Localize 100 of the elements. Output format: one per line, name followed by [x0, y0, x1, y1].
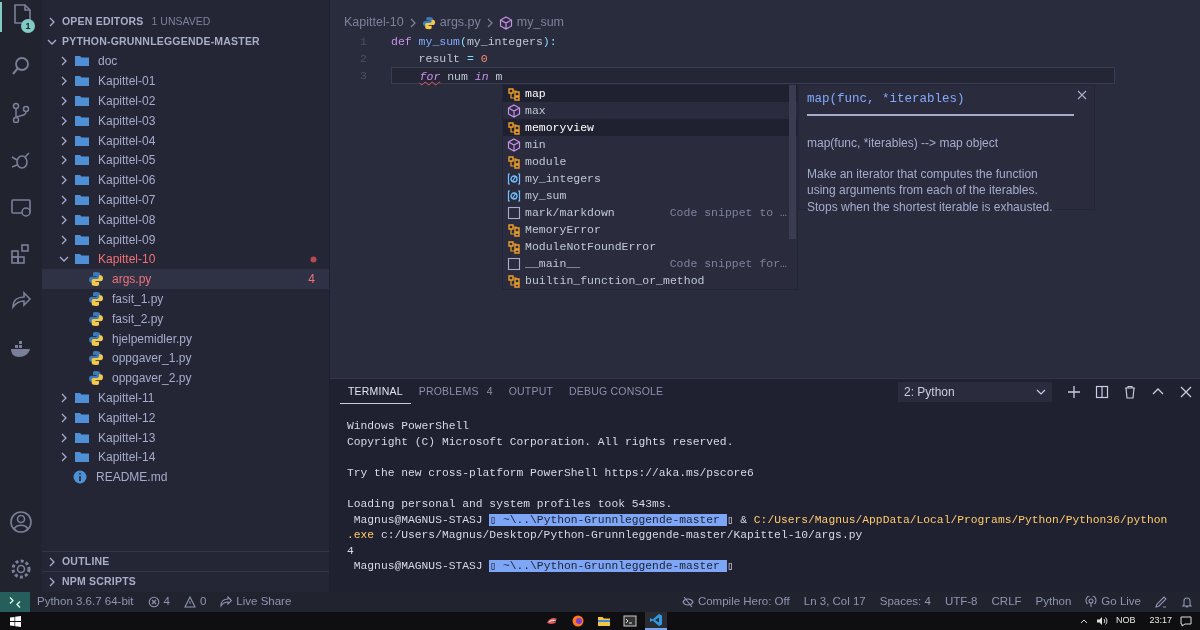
- suggestion-item[interactable]: max: [503, 102, 797, 119]
- item-label: Kapittel-07: [98, 192, 156, 210]
- folder-item[interactable]: Kapittel-14: [42, 447, 329, 468]
- status-item[interactable]: CRLF: [984, 592, 1029, 612]
- errors-indicator[interactable]: 4: [140, 592, 177, 612]
- item-label: oppgaver_1.py: [112, 350, 192, 368]
- item-label: Kapittel-10: [98, 251, 156, 269]
- folder-item[interactable]: Kapittel-09: [42, 229, 329, 250]
- breadcrumb-item[interactable]: my_sum: [498, 13, 564, 32]
- scrollbar-thumb[interactable]: [789, 85, 796, 239]
- input-language[interactable]: NOB: [1115, 614, 1136, 628]
- description-text: Make an iterator that computes the function using arguments from each of the iterables. Stops when the shortest iterable is exhausted.: [807, 165, 1054, 216]
- plus-icon: [1067, 385, 1081, 399]
- folder-item[interactable]: Kapittel-05: [42, 150, 329, 171]
- suggestion-detail: Code snippet to …: [669, 204, 788, 221]
- remote-button[interactable]: [0, 592, 30, 612]
- folder-item[interactable]: Kapittel-08: [42, 209, 329, 230]
- signature-text: map(func, *iterables): [807, 90, 1074, 116]
- suggestion-item[interactable]: min: [503, 136, 797, 153]
- taskbar-app[interactable]: [645, 612, 667, 630]
- file-item[interactable]: README.md: [42, 467, 329, 488]
- class-icon: [507, 154, 521, 169]
- file-item[interactable]: oppgaver_2.py: [42, 368, 329, 389]
- suggestion-item[interactable]: builtin_function_or_method: [503, 272, 797, 289]
- project-header[interactable]: PYTHON-GRUNNLEGGENDE-MASTER: [42, 31, 329, 52]
- class-icon: [507, 222, 521, 237]
- panel-tab[interactable]: TERMINAL: [340, 379, 411, 405]
- volume-icon[interactable]: [1095, 616, 1108, 626]
- split-icon: [1095, 385, 1109, 399]
- folder-item[interactable]: Kapittel-01: [42, 71, 329, 92]
- folder-item[interactable]: Kapittel-11: [42, 388, 329, 408]
- status-item[interactable]: Python 3.6.7 64-bit: [30, 592, 141, 612]
- panel-tab[interactable]: PROBLEMS 4: [410, 380, 501, 404]
- suggestion-item[interactable]: mark/markdown Code snippet to …: [503, 204, 797, 221]
- item-label: Kapittel-03: [98, 112, 156, 130]
- class-icon: [507, 86, 521, 101]
- notification-icon[interactable]: [1180, 615, 1192, 627]
- suggestion-item[interactable]: my_integers: [503, 170, 797, 187]
- terminal-line: Try the new cross-platform PowerShell https://aka.ms/pscore6: [347, 465, 755, 481]
- breadcrumb-item[interactable]: Kapittel-10: [344, 13, 404, 32]
- folder-item[interactable]: Kapittel-10: [42, 249, 329, 270]
- status-item[interactable]: Ln 3, Col 17: [796, 592, 873, 612]
- section-title: PYTHON-GRUNNLEGGENDE-MASTER: [62, 33, 260, 49]
- terminal-line: Windows PowerShell: [347, 419, 471, 434]
- status-item[interactable]: UTF-8: [937, 592, 985, 612]
- suggestion-item[interactable]: MemoryError: [503, 221, 797, 238]
- item-label: args.py: [112, 271, 152, 289]
- code-editor-icon: [649, 613, 663, 627]
- suggestion-item[interactable]: module: [503, 153, 797, 170]
- file-item[interactable]: fasit_1.py: [42, 289, 329, 309]
- panel-tab[interactable]: DEBUG CONSOLE: [561, 380, 672, 404]
- item-label: Kapittel-09: [98, 231, 156, 249]
- folder-item[interactable]: Kapittel-02: [42, 91, 329, 111]
- status-item[interactable]: Python: [1028, 592, 1079, 612]
- status-item[interactable]: Spaces: 4: [872, 592, 938, 612]
- square-icon: [507, 256, 521, 271]
- panel-tab[interactable]: OUTPUT: [500, 380, 562, 404]
- terminal-dropdown[interactable]: 2: Python: [898, 382, 1052, 402]
- folder-item[interactable]: Kapittel-04: [42, 130, 329, 151]
- chevron-down-icon: [1036, 389, 1046, 395]
- go-live-button[interactable]: Go Live: [1078, 592, 1148, 612]
- live-share-button[interactable]: Live Share: [213, 592, 299, 612]
- suggestion-item[interactable]: __main__ Code snippet for…: [503, 255, 797, 272]
- suggestion-item[interactable]: my_sum: [503, 187, 797, 204]
- python-file-icon: [421, 15, 436, 30]
- file-item[interactable]: args.py 4: [42, 269, 329, 290]
- class-icon: [507, 239, 521, 254]
- chevron-up-icon[interactable]: [1079, 618, 1088, 624]
- chevron-right-icon: [408, 17, 417, 28]
- warnings-indicator[interactable]: 0: [176, 592, 214, 612]
- close-icon: [1077, 90, 1087, 100]
- file-item[interactable]: fasit_2.py: [42, 308, 329, 329]
- section-header[interactable]: OUTLINE: [42, 551, 329, 572]
- section-title: OUTLINE: [62, 553, 110, 569]
- item-label: Kapittel-02: [98, 93, 156, 111]
- browser-icon: [571, 614, 585, 628]
- compile-status[interactable]: Compile Hero: Off: [674, 592, 797, 612]
- suggestion-item[interactable]: ModuleNotFoundError: [503, 238, 797, 255]
- suggestion-item[interactable]: map: [503, 85, 797, 102]
- breadcrumb-item[interactable]: args.py: [421, 13, 481, 32]
- clock[interactable]: 23:17: [1149, 614, 1172, 628]
- file-item[interactable]: oppgaver_1.py: [42, 348, 329, 369]
- folder-item[interactable]: Kapittel-06: [42, 170, 329, 191]
- section-header[interactable]: NPM SCRIPTS: [42, 571, 329, 591]
- folder-item[interactable]: Kapittel-03: [42, 111, 329, 131]
- error-dot-icon: [310, 255, 317, 263]
- folder-item[interactable]: doc: [42, 51, 329, 72]
- warning-icon: [183, 596, 196, 608]
- terminal-line: Copyright (C) Microsoft Corporation. All rights reserved.: [347, 434, 735, 450]
- remote-icon: [9, 596, 21, 608]
- square-icon: [507, 205, 521, 220]
- file-item[interactable]: hjelpemidler.py: [42, 328, 329, 349]
- folder-item[interactable]: Kapittel-12: [42, 407, 329, 428]
- item-label: Kapittel-04: [98, 132, 156, 150]
- folder-item[interactable]: Kapittel-13: [42, 427, 329, 448]
- open-editors-header[interactable]: OPEN EDITORS 1 UNSAVED: [42, 12, 329, 32]
- folder-item[interactable]: Kapittel-07: [42, 190, 329, 210]
- suggestion-item[interactable]: memoryview: [503, 119, 797, 136]
- item-label: Kapittel-01: [98, 73, 156, 91]
- code-line: result = 0: [417, 51, 489, 67]
